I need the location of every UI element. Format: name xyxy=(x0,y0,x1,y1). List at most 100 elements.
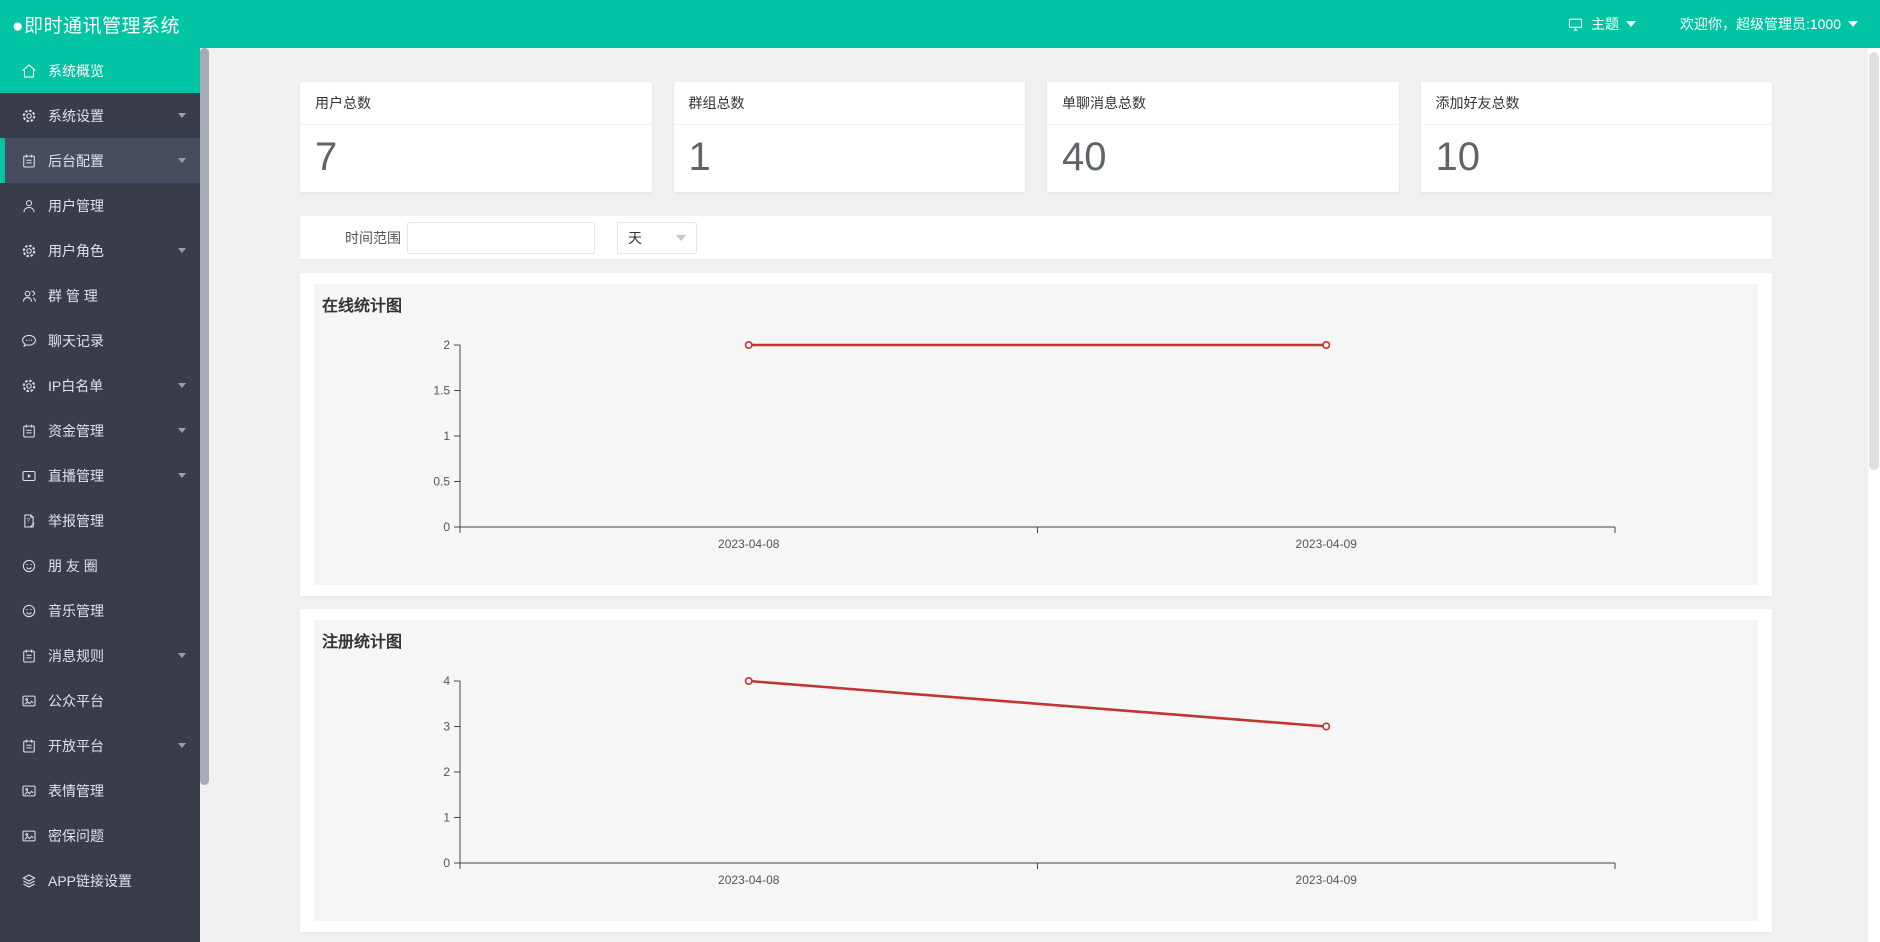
sidebar-item-5[interactable]: 群 管 理 xyxy=(0,273,200,318)
sidebar-item-15[interactable]: 开放平台 xyxy=(0,723,200,768)
sidebar-item-12[interactable]: 音乐管理 xyxy=(0,588,200,633)
svg-text:0: 0 xyxy=(443,856,450,870)
sidebar-item-label: 资金管理 xyxy=(48,422,104,439)
sidebar-item-14[interactable]: 公众平台 xyxy=(0,678,200,723)
stat-card-title: 群组总数 xyxy=(673,82,1025,125)
gear-icon xyxy=(20,107,38,125)
smiley-icon xyxy=(20,602,38,620)
stat-card-value: 7 xyxy=(315,135,338,179)
sidebar-item-2[interactable]: 后台配置 xyxy=(0,138,200,183)
time-range-label: 时间范围 xyxy=(345,229,401,246)
svg-text:0.5: 0.5 xyxy=(433,475,450,489)
svg-text:2: 2 xyxy=(443,765,450,779)
stats-row: 用户总数 7 群组总数 1 单聊消息总数 40 添加好友总数 10 xyxy=(300,82,1772,192)
notebook-icon xyxy=(20,737,38,755)
sidebar-item-label: 举报管理 xyxy=(48,512,104,529)
sidebar-item-7[interactable]: IP白名单 xyxy=(0,363,200,408)
sidebar-item-label: 开放平台 xyxy=(48,737,104,754)
sidebar-item-label: 密保问题 xyxy=(48,827,104,844)
header-right: 主题 欢迎你，超级管理员:1000 xyxy=(1567,14,1858,34)
sidebar-item-label: 用户角色 xyxy=(48,242,104,259)
stat-card-2: 单聊消息总数 40 xyxy=(1047,82,1399,192)
svg-text:2: 2 xyxy=(443,338,450,352)
sidebar-item-0[interactable]: 系统概览 xyxy=(0,48,200,93)
svg-text:2023-04-09: 2023-04-09 xyxy=(1296,537,1358,551)
page-scrollbar-thumb[interactable] xyxy=(1869,52,1879,470)
page-scrollbar[interactable] xyxy=(1868,48,1880,942)
main-content: 用户总数 7 群组总数 1 单聊消息总数 40 添加好友总数 10 时间范围 天 在线统计图 … xyxy=(200,48,1868,942)
sidebar-item-label: 系统概览 xyxy=(48,62,104,79)
sidebar-item-6[interactable]: 聊天记录 xyxy=(0,318,200,363)
stat-card-0: 用户总数 7 xyxy=(300,82,652,192)
register-chart-title: 注册统计图 xyxy=(322,634,403,651)
register-line-chart: 0 1 2 3 4 2023-04-08 2023-04-09 xyxy=(443,674,1616,887)
chevron-down-icon xyxy=(1625,21,1636,27)
welcome-text: 欢迎你，超级管理员:1000 xyxy=(1679,16,1841,32)
period-select-value: 天 xyxy=(628,229,642,246)
sidebar-menu: 系统概览系统设置后台配置用户管理用户角色群 管 理聊天记录 IP白名单资金管理直播… xyxy=(0,48,200,942)
chevron-down-icon xyxy=(178,473,186,478)
chevron-down-icon xyxy=(1848,21,1858,27)
svg-text:1.5: 1.5 xyxy=(433,384,450,398)
sidebar-item-17[interactable]: 密保问题 xyxy=(0,813,200,858)
stat-card-title: 用户总数 xyxy=(300,82,652,125)
sidebar-item-10[interactable]: ? 举报管理 xyxy=(0,498,200,543)
online-stats-card: 在线统计图 0 0.5 1 1.5 2 2023-04-08 2023-04-09 xyxy=(300,273,1772,596)
sidebar-item-13[interactable]: 消息规则 xyxy=(0,633,200,678)
theme-label: 主题 xyxy=(1590,16,1619,32)
svg-text:2023-04-09: 2023-04-09 xyxy=(1296,873,1358,887)
sidebar-item-label: 消息规则 xyxy=(48,647,104,664)
register-stats-card: 注册统计图 0 1 2 3 4 2023-04-08 2023-04-09 xyxy=(300,609,1772,932)
user-icon xyxy=(20,197,38,215)
stat-card-value: 40 xyxy=(1062,135,1107,179)
time-range-input[interactable] xyxy=(407,221,595,254)
sidebar-item-label: 群 管 理 xyxy=(48,287,98,304)
stat-card-value: 10 xyxy=(1435,135,1481,179)
stat-card-3: 添加好友总数 10 xyxy=(1420,82,1772,192)
svg-text:2023-04-08: 2023-04-08 xyxy=(718,537,780,551)
chevron-down-icon xyxy=(178,158,186,163)
sidebar-item-label: 系统设置 xyxy=(48,107,104,124)
sidebar-item-9[interactable]: 直播管理 xyxy=(0,453,200,498)
layers-icon xyxy=(20,872,38,890)
image-icon xyxy=(20,827,38,845)
theme-dropdown[interactable]: 主题 xyxy=(1567,14,1636,34)
users-icon xyxy=(20,287,38,305)
sidebar-item-11[interactable]: 朋 友 圈 xyxy=(0,543,200,588)
sidebar-item-8[interactable]: 资金管理 xyxy=(0,408,200,453)
stat-card-title: 单聊消息总数 xyxy=(1047,82,1399,125)
sidebar-item-3[interactable]: 用户管理 xyxy=(0,183,200,228)
sidebar-item-label: 朋 友 圈 xyxy=(48,557,98,574)
sidebar-scrollbar-thumb[interactable] xyxy=(200,48,209,785)
sidebar-item-4[interactable]: 用户角色 xyxy=(0,228,200,273)
sidebar-item-1[interactable]: 系统设置 xyxy=(0,93,200,138)
sidebar-item-label: 用户管理 xyxy=(48,197,104,214)
app-title: ●即时通讯管理系统 xyxy=(12,15,180,37)
stat-card-value: 1 xyxy=(688,135,711,179)
video-icon xyxy=(20,467,38,485)
image-icon xyxy=(20,782,38,800)
sidebar-item-label: IP白名单 xyxy=(48,377,104,394)
filter-bar: 时间范围 天 xyxy=(300,216,1772,259)
svg-text:4: 4 xyxy=(443,674,450,688)
gear-icon xyxy=(20,377,38,395)
image-icon xyxy=(20,692,38,710)
period-select[interactable]: 天 xyxy=(617,221,697,254)
smiley-icon xyxy=(20,557,38,575)
svg-text:1: 1 xyxy=(443,811,450,825)
chevron-down-icon xyxy=(178,383,186,388)
sidebar-item-label: 音乐管理 xyxy=(48,602,104,619)
sidebar-item-16[interactable]: 表情管理 xyxy=(0,768,200,813)
online-line-chart: 0 0.5 1 1.5 2 2023-04-08 2023-04-09 xyxy=(433,338,1616,551)
home-icon xyxy=(20,62,38,80)
svg-text:2023-04-08: 2023-04-08 xyxy=(718,873,780,887)
svg-text:3: 3 xyxy=(443,720,450,734)
sidebar-item-label: APP链接设置 xyxy=(48,872,133,889)
sidebar-item-18[interactable]: APP链接设置 xyxy=(0,858,200,903)
user-menu-dropdown[interactable]: 欢迎你，超级管理员:1000 xyxy=(1680,14,1858,34)
notebook-icon xyxy=(20,422,38,440)
chevron-down-icon xyxy=(178,653,186,658)
sidebar-item-label: 直播管理 xyxy=(48,467,104,484)
sidebar-item-label: 表情管理 xyxy=(48,782,104,799)
notebook-icon xyxy=(20,647,38,665)
